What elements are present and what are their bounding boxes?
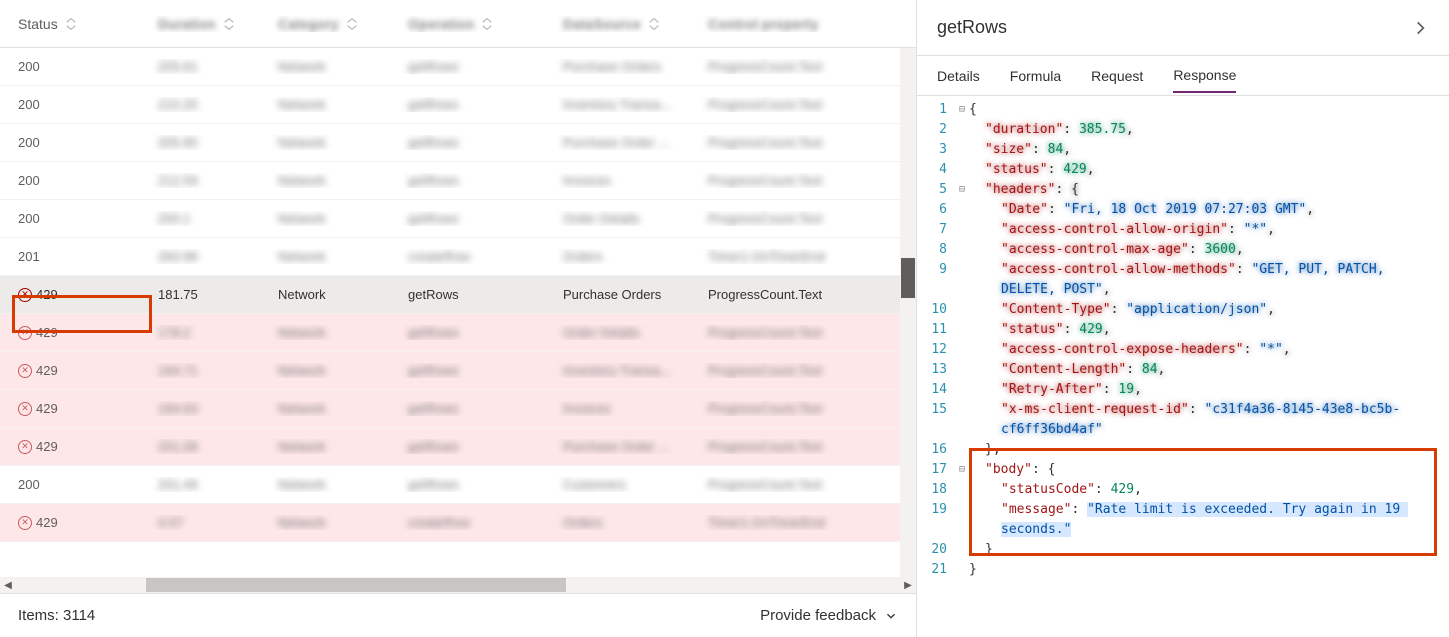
h-scroll-track[interactable] — [16, 577, 900, 593]
detail-tabs: Details Formula Request Response — [917, 56, 1449, 96]
horizontal-scrollbar[interactable]: ◀ ▶ — [0, 577, 916, 593]
table-row[interactable]: 4290.07NetworkcreateRowOrdersTimer1.OnTi… — [0, 504, 916, 542]
code-line: 5⊟"headers": { — [917, 180, 1449, 200]
error-icon — [18, 516, 32, 530]
scroll-left-arrow[interactable]: ◀ — [0, 577, 16, 593]
col-header-status-label: Status — [18, 16, 58, 32]
code-line: 17⊟"body": { — [917, 460, 1449, 480]
table-row[interactable]: 200205.95NetworkgetRowsPurchase Order ..… — [0, 124, 916, 162]
code-line: 11"status": 429, — [917, 320, 1449, 340]
table-row[interactable]: 200200.1NetworkgetRowsOrder DetailsProgr… — [0, 200, 916, 238]
detail-panel: getRows Details Formula Request Response… — [917, 0, 1449, 637]
tab-request[interactable]: Request — [1091, 60, 1143, 92]
code-line: 13"Content-Length": 84, — [917, 360, 1449, 380]
code-line: 1⊟{ — [917, 100, 1449, 120]
col-header-category-label: Category — [278, 16, 339, 32]
error-icon — [18, 326, 32, 340]
code-line: 16}, — [917, 440, 1449, 460]
col-header-operation-label: Operation — [408, 16, 474, 32]
code-line: 7"access-control-allow-origin": "*", — [917, 220, 1449, 240]
grid-body[interactable]: 200205.61NetworkgetRowsPurchase OrdersPr… — [0, 48, 916, 568]
table-row[interactable]: 200215.25NetworkgetRowsInventory Transa.… — [0, 86, 916, 124]
tab-details[interactable]: Details — [937, 60, 980, 92]
code-line: 21} — [917, 560, 1449, 580]
grid-wrapper: Status Duration Category Operation DataS… — [0, 0, 916, 577]
tab-formula[interactable]: Formula — [1010, 60, 1061, 92]
col-header-operation[interactable]: Operation — [398, 16, 553, 32]
code-line: 3"size": 84, — [917, 140, 1449, 160]
sort-icon — [222, 17, 236, 31]
provide-feedback-label: Provide feedback — [760, 607, 876, 624]
code-line: 20} — [917, 540, 1449, 560]
error-icon — [18, 402, 32, 416]
table-row[interactable]: 429201.08NetworkgetRowsPurchase Order ..… — [0, 428, 916, 466]
chevron-right-icon[interactable] — [1411, 19, 1429, 37]
col-header-control[interactable]: Control property — [698, 16, 888, 32]
table-row[interactable]: 429194.63NetworkgetRowsInvoicesProgressC… — [0, 390, 916, 428]
code-line: 8"access-control-max-age": 3600, — [917, 240, 1449, 260]
code-line: 12"access-control-expose-headers": "*", — [917, 340, 1449, 360]
monitor-grid-panel: Status Duration Category Operation DataS… — [0, 0, 917, 637]
error-icon — [18, 364, 32, 378]
error-icon — [18, 440, 32, 454]
code-line: 4"status": 429, — [917, 160, 1449, 180]
code-line: 19"message": "Rate limit is exceeded. Tr… — [917, 500, 1449, 540]
grid-header-row: Status Duration Category Operation DataS… — [0, 0, 916, 48]
table-row[interactable]: 429194.71NetworkgetRowsInventory Transa.… — [0, 352, 916, 390]
table-row[interactable]: 200201.49NetworkgetRowsCustomersProgress… — [0, 466, 916, 504]
code-line: 6"Date": "Fri, 18 Oct 2019 07:27:03 GMT"… — [917, 200, 1449, 220]
col-header-datasource[interactable]: DataSource — [553, 16, 698, 32]
table-row[interactable]: 429181.75NetworkgetRowsPurchase OrdersPr… — [0, 276, 916, 314]
col-header-duration[interactable]: Duration — [148, 16, 268, 32]
provide-feedback-button[interactable]: Provide feedback — [760, 607, 898, 624]
h-scroll-thumb[interactable] — [146, 578, 566, 592]
col-header-datasource-label: DataSource — [563, 16, 641, 32]
code-line: 18"statusCode": 429, — [917, 480, 1449, 500]
error-icon — [18, 288, 32, 302]
col-header-control-label: Control property — [708, 16, 818, 32]
col-header-duration-label: Duration — [158, 16, 216, 32]
sort-icon — [647, 17, 661, 31]
grid: Status Duration Category Operation DataS… — [0, 0, 916, 568]
sort-icon — [64, 17, 78, 31]
table-row[interactable]: 201260.98NetworkcreateRowOrdersTimer1.On… — [0, 238, 916, 276]
code-line: 10"Content-Type": "application/json", — [917, 300, 1449, 320]
detail-header: getRows — [917, 0, 1449, 56]
tab-response[interactable]: Response — [1173, 59, 1236, 93]
code-line: 14"Retry-After": 19, — [917, 380, 1449, 400]
v-scroll-thumb[interactable] — [901, 258, 915, 298]
detail-title: getRows — [937, 17, 1007, 38]
sort-icon — [345, 17, 359, 31]
col-header-category[interactable]: Category — [268, 16, 398, 32]
scroll-right-arrow[interactable]: ▶ — [900, 577, 916, 593]
code-line: 9"access-control-allow-methods": "GET, P… — [917, 260, 1449, 300]
code-line: 15"x-ms-client-request-id": "c31f4a36-81… — [917, 400, 1449, 440]
col-header-status[interactable]: Status — [8, 16, 148, 32]
table-row[interactable]: 200205.61NetworkgetRowsPurchase OrdersPr… — [0, 48, 916, 86]
grid-footer: Items: 3114 Provide feedback — [0, 593, 916, 637]
response-code-pane[interactable]: 1⊟{2"duration": 385.75,3"size": 84,4"sta… — [917, 96, 1449, 637]
code-line: 2"duration": 385.75, — [917, 120, 1449, 140]
chevron-down-icon — [884, 609, 898, 623]
items-count: Items: 3114 — [18, 607, 95, 624]
vertical-scrollbar[interactable] — [900, 48, 916, 577]
table-row[interactable]: 429178.2NetworkgetRowsOrder DetailsProgr… — [0, 314, 916, 352]
table-row[interactable]: 200212.59NetworkgetRowsInvoicesProgressC… — [0, 162, 916, 200]
sort-icon — [480, 17, 494, 31]
